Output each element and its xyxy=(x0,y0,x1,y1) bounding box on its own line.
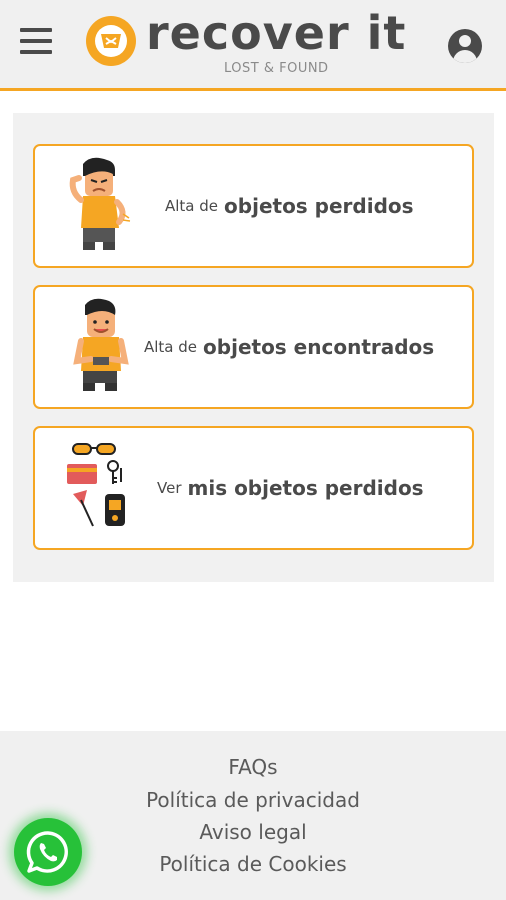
card-label-emphasis: mis objetos perdidos xyxy=(187,476,424,500)
happy-person-illustration xyxy=(73,298,129,391)
card-label: Alta de objetos perdidos xyxy=(165,146,414,266)
brand-name: recover it xyxy=(146,6,407,60)
app-header: recover it LOST & FOUND xyxy=(0,0,506,91)
actions-panel: Alta de objetos perdidos Alta de objetos… xyxy=(13,113,494,582)
page-footer: FAQs Política de privacidad Aviso legal … xyxy=(0,731,506,900)
card-label: Alta de objetos encontrados xyxy=(144,287,434,407)
report-found-card[interactable]: Alta de objetos encontrados xyxy=(33,285,474,409)
card-label-emphasis: objetos encontrados xyxy=(203,335,435,359)
footer-link-privacy[interactable]: Política de privacidad xyxy=(0,788,506,812)
view-my-lost-card[interactable]: Ver mis objetos perdidos xyxy=(33,426,474,550)
brand-tagline: LOST & FOUND xyxy=(224,61,329,76)
card-label-prefix: Alta de xyxy=(144,338,198,356)
hamburger-menu-icon[interactable] xyxy=(20,28,54,58)
lost-objects-illustration xyxy=(67,443,125,527)
logo-badge-icon xyxy=(86,16,136,66)
card-label-prefix: Ver xyxy=(157,479,182,497)
card-label-prefix: Alta de xyxy=(165,197,219,215)
brand-logo[interactable]: recover it LOST & FOUND xyxy=(86,6,406,84)
report-lost-card[interactable]: Alta de objetos perdidos xyxy=(33,144,474,268)
card-label-emphasis: objetos perdidos xyxy=(224,194,414,218)
whatsapp-icon[interactable] xyxy=(14,818,82,886)
footer-link-faqs[interactable]: FAQs xyxy=(0,755,506,779)
card-label: Ver mis objetos perdidos xyxy=(157,428,424,548)
user-account-icon[interactable] xyxy=(448,29,482,63)
worried-person-illustration xyxy=(69,157,131,250)
